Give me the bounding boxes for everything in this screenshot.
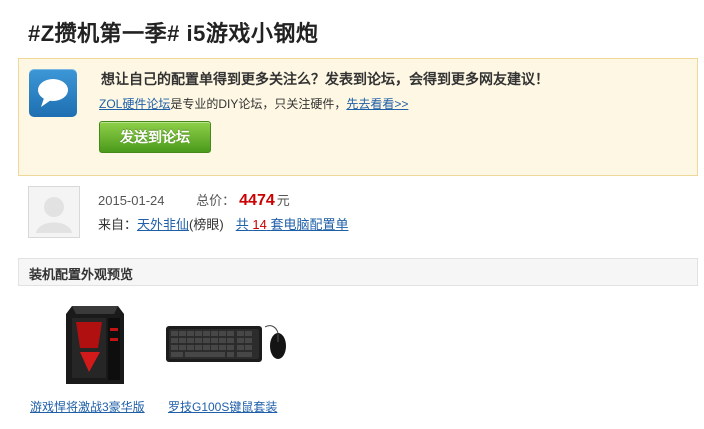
count-suffix: 套电脑配置单	[270, 217, 349, 232]
author-name-link[interactable]: 天外非仙	[137, 217, 189, 232]
look-first-link[interactable]: 先去看看>>	[346, 97, 408, 111]
avatar[interactable]	[28, 186, 80, 238]
author-rank: (榜眼)	[189, 217, 224, 232]
speech-bubble-icon	[29, 69, 77, 117]
product-item-keyboard[interactable]: 罗技G100S键鼠套装	[162, 298, 292, 418]
meta-author: 来自：天外非仙(榜眼) 共 14 套电脑配置单	[98, 214, 348, 233]
count-prefix: 共	[235, 217, 249, 232]
send-to-forum-button[interactable]: 发送到论坛	[99, 121, 211, 153]
page-title: #Z攒机第一季# i5游戏小钢炮	[28, 21, 319, 46]
config-count-link[interactable]: 共 14 套电脑配置单	[236, 217, 349, 232]
product-caption-case[interactable]: 游戏悍将激战3豪华版	[30, 398, 145, 415]
default-avatar-icon	[36, 197, 72, 233]
price-unit: 元	[276, 193, 290, 208]
total-price: 4474	[239, 192, 275, 209]
from-label: 来自：	[98, 217, 138, 232]
price-label: 总价：	[196, 193, 236, 208]
meta-date-price: 2015-01-24 总价： 4474 元	[98, 190, 290, 210]
post-date: 2015-01-24	[98, 193, 165, 208]
product-item-case[interactable]: 游戏悍将激战3豪华版	[30, 298, 154, 418]
keyboard-mouse-icon	[166, 325, 286, 362]
forum-link[interactable]: ZOL硬件论坛	[99, 97, 170, 111]
forum-promo-box: 想让自己的配置单得到更多关注么？发表到论坛，会得到更多网友建议！ ZOL硬件论坛…	[18, 58, 698, 176]
appearance-preview-header: 装机配置外观预览	[18, 258, 698, 286]
section-title: 装机配置外观预览	[29, 267, 134, 282]
product-caption-keyboard[interactable]: 罗技G100S键鼠套装	[168, 398, 277, 415]
promo-heading: 想让自己的配置单得到更多关注么？发表到论坛，会得到更多网友建议！	[101, 71, 549, 87]
pc-case-icon	[66, 306, 124, 384]
promo-description: ZOL硬件论坛是专业的DIY论坛，只关注硬件，先去看看>>	[99, 95, 408, 112]
config-count: 14	[252, 217, 267, 232]
forum-desc: 是专业的DIY论坛，只关注硬件，	[170, 97, 347, 111]
